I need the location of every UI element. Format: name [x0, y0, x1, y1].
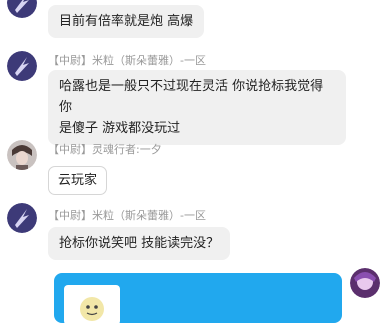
sender-rank: 【中尉】	[48, 209, 92, 222]
sender-nickname: 米粒（斯朵蕾雅）-一区	[92, 209, 206, 222]
message-bubble[interactable]: 目前有倍率就是炮 高爆	[48, 5, 205, 38]
message-bubble[interactable]: 云玩家	[48, 166, 108, 195]
message-line: 是傻子 游戏都没玩过	[59, 121, 181, 136]
message-text: 云玩家	[58, 173, 98, 188]
sender-rank: 【中尉】	[48, 54, 92, 67]
message-line: 哈露也是一般只不过现在灵活 你说抢标我觉得你	[59, 79, 324, 115]
sender-name: 【中尉】米粒（斯朵蕾雅）-一区	[48, 52, 206, 68]
avatar[interactable]	[7, 0, 37, 18]
sender-name: 【中尉】灵魂行者:一夕	[48, 141, 162, 157]
avatar[interactable]	[7, 203, 37, 233]
sticker-image	[64, 285, 120, 325]
avatar[interactable]	[350, 268, 380, 298]
sender-rank: 【中尉】	[48, 143, 92, 156]
sender-nickname: 灵魂行者:一夕	[92, 143, 162, 156]
message-bubble[interactable]: 抢标你说笑吧 技能读完没？	[48, 227, 231, 260]
message-text: 抢标你说笑吧 技能读完没？	[59, 236, 220, 251]
sender-name: 【中尉】米粒（斯朵蕾雅）-一区	[48, 207, 206, 223]
chat-message-list: 目前有倍率就是炮 高爆 【中尉】米粒（斯朵蕾雅）-一区 哈露也是一般只不过现在灵…	[0, 0, 384, 325]
avatar[interactable]	[7, 140, 37, 170]
sender-nickname: 米粒（斯朵蕾雅）-一区	[92, 54, 206, 67]
avatar[interactable]	[7, 51, 37, 81]
message-bubble[interactable]: 哈露也是一般只不过现在灵活 你说抢标我觉得你 是傻子 游戏都没玩过	[48, 70, 346, 145]
self-message-bubble[interactable]	[54, 273, 342, 325]
message-text: 目前有倍率就是炮 高爆	[59, 14, 194, 29]
